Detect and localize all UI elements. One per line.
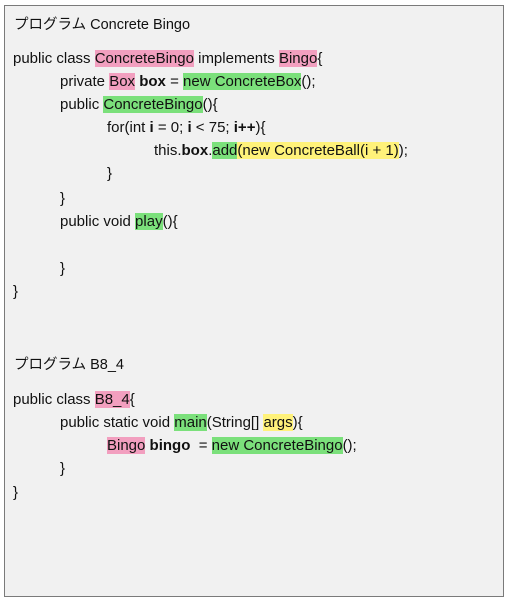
code-line: public static void main(String[] args){ xyxy=(60,412,303,434)
highlighted-token: new ConcreteBingo xyxy=(211,437,343,454)
code-token: ); xyxy=(398,142,408,159)
code-line: } xyxy=(60,258,65,280)
highlighted-token: (new ConcreteBall(i + 1) xyxy=(237,142,399,159)
code-token: (String[] xyxy=(206,414,264,431)
code-line: public class B8_4{ xyxy=(13,389,135,411)
code-token: ){ xyxy=(255,119,266,136)
code-token: (){ xyxy=(202,96,218,113)
code-token: i++ xyxy=(233,119,256,136)
code-line: } xyxy=(13,281,18,303)
code-token: box xyxy=(139,73,166,90)
code-token: public void xyxy=(60,213,136,230)
code-token: box xyxy=(181,142,209,159)
code-token: } xyxy=(60,460,66,477)
code-token: (){ xyxy=(162,213,178,230)
code-token: ){ xyxy=(292,414,303,431)
code-token: (); xyxy=(342,437,357,454)
code-token: public xyxy=(60,96,104,113)
code-token: } xyxy=(13,283,19,300)
code-token: = xyxy=(190,437,212,454)
highlighted-token: Bingo xyxy=(107,437,146,454)
code-token: for(int xyxy=(107,119,150,136)
code-token: = xyxy=(165,73,184,90)
highlighted-token: args xyxy=(263,414,293,431)
highlighted-token: Box xyxy=(109,73,136,90)
code-token: (); xyxy=(301,73,316,90)
code-line: } xyxy=(60,458,65,480)
highlighted-token: Bingo xyxy=(278,50,318,67)
highlighted-token: play xyxy=(135,213,163,230)
code-token: private xyxy=(60,73,110,90)
code-token: implements xyxy=(193,50,279,67)
code-token: { xyxy=(317,50,323,67)
code-panel: プログラム Concrete Bingo public class Concre… xyxy=(4,5,504,597)
code-token: = 0; xyxy=(153,119,188,136)
code-line: } xyxy=(60,188,65,210)
code-line: private Box box = new ConcreteBox(); xyxy=(60,71,316,93)
highlighted-token: B8_4 xyxy=(94,391,130,408)
code-line: Bingo bingo = new ConcreteBingo(); xyxy=(107,435,357,457)
section-title-concrete-bingo: プログラム Concrete Bingo xyxy=(14,17,191,33)
code-token: } xyxy=(13,484,19,501)
code-token: public class xyxy=(13,50,95,67)
code-line: public ConcreteBingo(){ xyxy=(60,94,218,116)
code-token: bingo xyxy=(149,437,191,454)
code-token: public static void xyxy=(60,414,175,431)
highlighted-token: main xyxy=(174,414,207,431)
highlighted-token: new ConcreteBox xyxy=(183,73,302,90)
code-token: } xyxy=(60,260,66,277)
code-token: } xyxy=(60,190,66,207)
highlighted-token: ConcreteBingo xyxy=(103,96,203,113)
code-token: < 75; xyxy=(191,119,234,136)
code-token: { xyxy=(129,391,135,408)
code-line: public class ConcreteBingo implements Bi… xyxy=(13,48,322,70)
code-line: } xyxy=(13,482,18,504)
section-title-b8-4: プログラム B8_4 xyxy=(14,357,124,373)
code-line: this.box.add(new ConcreteBall(i + 1)); xyxy=(154,140,408,162)
code-line: } xyxy=(107,163,112,185)
code-token: } xyxy=(107,165,113,182)
code-line: for(int i = 0; i < 75; i++){ xyxy=(107,117,265,139)
code-line: public void play(){ xyxy=(60,211,178,233)
highlighted-token: ConcreteBingo xyxy=(94,50,194,67)
code-token: this. xyxy=(154,142,182,159)
highlighted-token: add xyxy=(212,142,238,159)
code-token: public class xyxy=(13,391,95,408)
